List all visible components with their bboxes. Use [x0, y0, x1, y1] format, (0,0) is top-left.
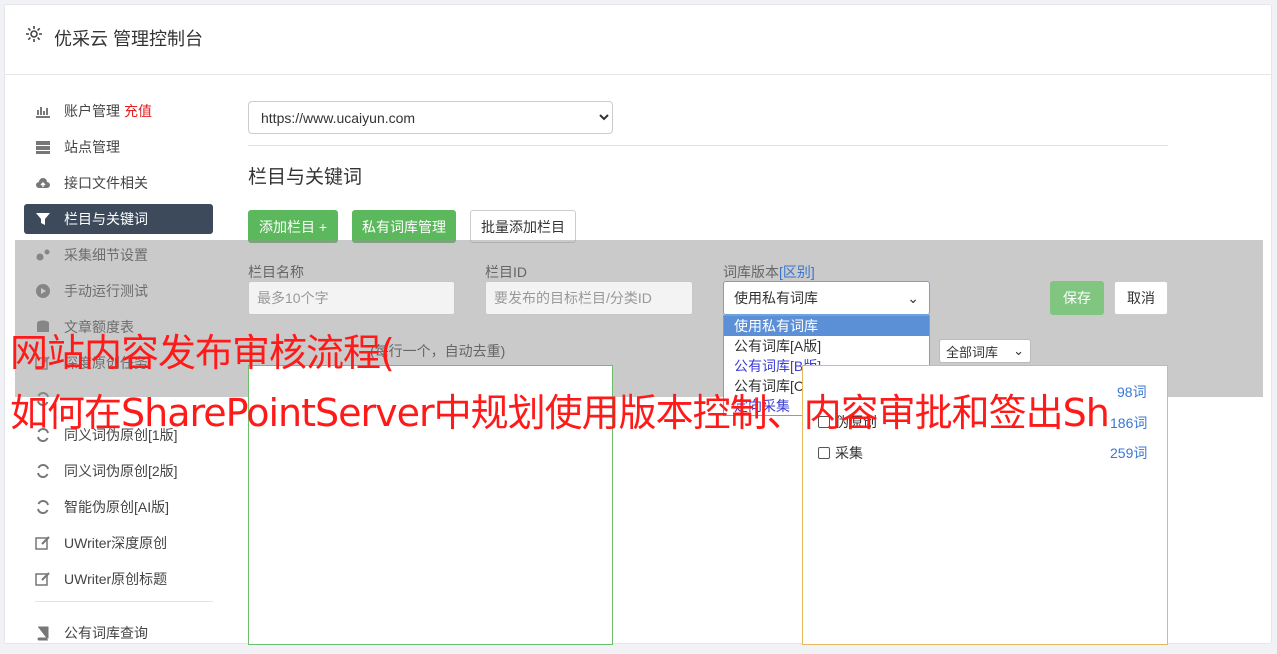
batch-add-button[interactable]: 批量添加栏目 [470, 210, 576, 243]
sidebar-item-label: UWriter原创标题 [64, 571, 168, 587]
column-id-input[interactable]: 要发布的目标栏目/分类ID [485, 281, 693, 315]
all-libs-select[interactable]: 全部词库 ⌄ [939, 339, 1031, 363]
difference-link[interactable]: [区别] [779, 264, 815, 280]
recharge-link[interactable]: 充值 [124, 101, 152, 121]
sidebar-item-uwriter-title[interactable]: UWriter原创标题 [24, 564, 213, 594]
chevron-down-icon: ⌄ [907, 289, 919, 306]
column-id-label: 栏目ID [485, 264, 527, 280]
sidebar-item-label: 接口文件相关 [64, 175, 148, 191]
column-name-label: 栏目名称 [248, 264, 304, 280]
all-libs-value: 全部词库 [946, 344, 999, 360]
sidebar-item-label: 公有词库查询 [64, 625, 148, 641]
sidebar-item-uwriter-deep[interactable]: UWriter深度原创 [24, 528, 213, 558]
cloud-upload-icon [36, 178, 50, 188]
sidebar-item-ai-rewrite[interactable]: 智能伪原创[AI版] [24, 492, 213, 522]
lib-option-label: 采集 [835, 445, 863, 461]
divider [248, 145, 1168, 146]
lib-count: 98词 [1117, 384, 1147, 400]
dropdown-option[interactable]: 使用私有词库 [724, 316, 929, 336]
server-icon [36, 141, 50, 154]
private-lib-button[interactable]: 私有词库管理 [352, 210, 456, 243]
sidebar-item-label: 账户管理 [64, 103, 120, 119]
lib-version-label: 词库版本[区别] [723, 262, 815, 282]
dropdown-option[interactable]: 公有词库[A版] [724, 336, 929, 356]
sidebar-item-label: 栏目与关键词 [64, 211, 148, 227]
cancel-button[interactable]: 取消 [1114, 281, 1168, 315]
checkbox[interactable] [818, 447, 830, 459]
filter-icon [36, 213, 50, 225]
edit-icon [35, 536, 50, 550]
sidebar-item-interface[interactable]: 接口文件相关 [24, 168, 213, 198]
book-icon [37, 626, 49, 641]
save-button[interactable]: 保存 [1050, 281, 1104, 315]
lib-count: 259词 [1110, 445, 1148, 461]
sidebar-divider [35, 601, 213, 602]
refresh-icon [37, 463, 49, 479]
sidebar-item-label: 同义词伪原创[2版] [64, 463, 178, 479]
section-title: 栏目与关键词 [248, 167, 363, 188]
edit-icon [35, 572, 50, 586]
page-title: 优采云 管理控制台 [54, 29, 204, 49]
lib-option-collect[interactable]: 采集 [818, 443, 863, 463]
sidebar-item-account[interactable]: 账户管理 充值 [24, 96, 213, 126]
lib-version-label-text: 词库版本 [723, 264, 779, 280]
sidebar-item-label: UWriter深度原创 [64, 535, 168, 551]
sidebar-item-public-lib[interactable]: 公有词库查询 [24, 618, 213, 648]
lib-version-value: 使用私有词库 [734, 290, 818, 306]
sidebar-item-label: 站点管理 [64, 139, 120, 155]
add-column-button[interactable]: 添加栏目 + [248, 210, 338, 243]
sidebar-item-columns-keywords[interactable]: 栏目与关键词 [24, 204, 213, 234]
site-select[interactable]: https://www.ucaiyun.com [248, 101, 613, 134]
column-name-input[interactable]: 最多10个字 [248, 281, 455, 315]
lib-version-select[interactable]: 使用私有词库 ⌄ [723, 281, 930, 315]
page-header: 优采云 管理控制台 [4, 4, 1272, 75]
lib-count: 186词 [1110, 415, 1148, 431]
gear-icon [26, 26, 42, 42]
chevron-down-icon: ⌄ [1013, 343, 1024, 358]
sidebar-item-synonym-v2[interactable]: 同义词伪原创[2版] [24, 456, 213, 486]
sidebar-item-sites[interactable]: 站点管理 [24, 132, 213, 162]
watermark-line-2: 如何在SharePointServer中规划使用版本控制、内容审批和签出Sh [10, 391, 1110, 435]
watermark-line-1: 网站内容发布审核流程( [10, 331, 395, 375]
refresh-icon [37, 499, 49, 515]
bar-chart-icon [36, 107, 50, 118]
sidebar-item-label: 智能伪原创[AI版] [64, 499, 170, 515]
